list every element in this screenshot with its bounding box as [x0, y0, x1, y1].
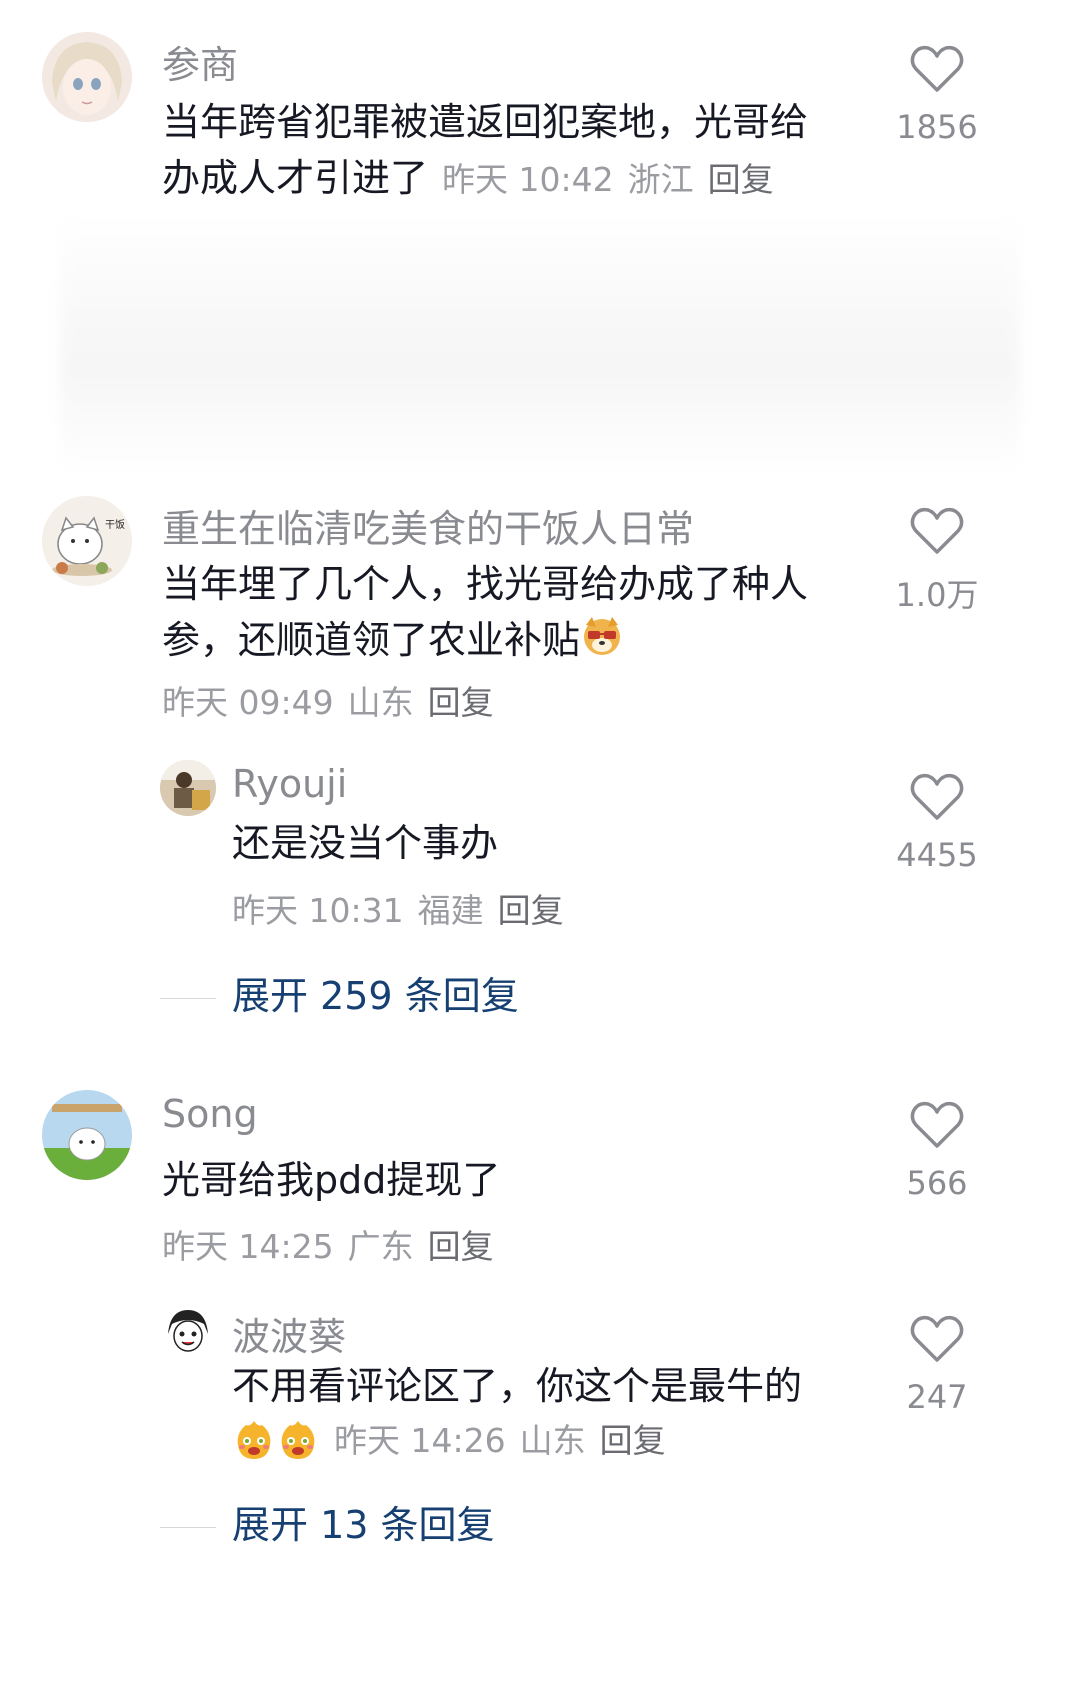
heart-icon [910, 1101, 964, 1148]
expand-replies-button[interactable]: 展开 13 条回复 [160, 1494, 495, 1549]
comment-location: 山东 [347, 683, 414, 722]
heart-icon [910, 507, 964, 554]
expand-replies-button[interactable]: 展开 259 条回复 [160, 965, 519, 1020]
avatar[interactable] [160, 1304, 216, 1360]
comment-username[interactable]: 重生在临清吃美食的干饭人日常 [162, 498, 694, 553]
avatar[interactable] [42, 1090, 132, 1180]
reply-meta: 昨天 10:31 福建 回复 [232, 884, 564, 932]
like-button[interactable]: 4455 [882, 772, 992, 874]
reply-button[interactable]: 回复 [600, 1421, 666, 1460]
heart-icon [910, 1315, 964, 1362]
comment-time: 昨天 14:25 [162, 1227, 334, 1266]
avatar[interactable] [160, 760, 216, 816]
like-count: 1856 [896, 108, 978, 146]
white-dog-avatar-icon [42, 1090, 132, 1180]
comment-meta: 昨天 10:42 浙江 回复 [442, 160, 774, 199]
reply-location: 福建 [417, 891, 484, 930]
reply-text: 还是没当个事办 [232, 821, 499, 865]
blurred-region [60, 215, 1020, 475]
comment-text: 当年跨省犯罪被遣返回犯案地，光哥给 办成人才引进了 昨天 10:42 浙江 回复 [162, 94, 862, 208]
comment-meta: 昨天 14:25 广东 回复 [162, 1220, 494, 1268]
like-count: 566 [906, 1164, 968, 1202]
like-count: 4455 [896, 836, 978, 874]
reply-username[interactable]: Ryouji [232, 762, 347, 806]
cat-eating-avatar-icon: 干饭 [42, 496, 132, 586]
comment-location: 广东 [347, 1227, 414, 1266]
avatar[interactable]: 干饭 [42, 496, 132, 586]
comment-text-tail: 参，还顺道领了农业补贴 [162, 618, 581, 662]
comment-text-line: 参，还顺道领了农业补贴 [162, 612, 862, 672]
heart-icon [910, 773, 964, 820]
like-button[interactable]: 1.0万 [882, 506, 992, 616]
expand-replies-label: 展开 13 条回复 [232, 1503, 495, 1547]
reply-button[interactable]: 回复 [428, 683, 494, 722]
reply-username[interactable]: 波波葵 [232, 1306, 346, 1361]
reply-meta: 昨天 14:26 山东 回复 [232, 1414, 666, 1469]
comment-text-tail: 办成人才引进了 [162, 156, 429, 200]
laughing-tears-emoji [232, 1417, 320, 1469]
like-button[interactable]: 1856 [882, 44, 992, 146]
reply-button[interactable]: 回复 [708, 160, 774, 199]
reply-time: 昨天 10:31 [232, 891, 404, 930]
comment-time: 昨天 09:49 [162, 683, 334, 722]
like-button[interactable]: 247 [882, 1314, 992, 1416]
comment-text: 当年埋了几个人，找光哥给办成了种人 参，还顺道领了农业补贴 [162, 556, 862, 672]
like-button[interactable]: 566 [882, 1100, 992, 1202]
divider-line [160, 1527, 216, 1528]
comment-text-line: 当年跨省犯罪被遣返回犯案地，光哥给 [162, 100, 809, 144]
person-room-avatar-icon [160, 760, 216, 816]
comment-text: 光哥给我pdd提现了 [162, 1158, 501, 1202]
reply-text: 不用看评论区了，你这个是最牛的 [232, 1364, 803, 1408]
divider-line [160, 998, 216, 999]
reply-time: 昨天 14:26 [334, 1421, 506, 1460]
reply-button[interactable]: 回复 [498, 891, 564, 930]
doge-sunglasses-emoji [580, 613, 624, 672]
anime-girl-avatar-icon [42, 32, 132, 122]
comment-text-line: 办成人才引进了 昨天 10:42 浙江 回复 [162, 150, 862, 208]
expand-replies-label: 展开 259 条回复 [232, 974, 519, 1018]
comment-username[interactable]: 参商 [162, 34, 238, 89]
avatar[interactable] [42, 32, 132, 122]
comment-username[interactable]: Song [162, 1092, 258, 1136]
avatar-caption: 干饭 [105, 519, 125, 531]
comment-text-line: 当年埋了几个人，找光哥给办成了种人 [162, 562, 809, 606]
like-count: 247 [906, 1378, 968, 1416]
comment-time: 昨天 10:42 [442, 160, 614, 199]
reply-button[interactable]: 回复 [428, 1227, 494, 1266]
reply-location: 山东 [519, 1421, 586, 1460]
heart-icon [910, 45, 964, 92]
comment-item: 参商 当年跨省犯罪被遣返回犯案地，光哥给 办成人才引进了 昨天 10:42 浙江 回复… [0, 0, 1069, 210]
anime-boy-avatar-icon [160, 1304, 216, 1360]
comment-meta: 昨天 09:49 山东 回复 [162, 676, 494, 724]
like-count: 1.0万 [895, 576, 979, 614]
comment-location: 浙江 [627, 160, 694, 199]
